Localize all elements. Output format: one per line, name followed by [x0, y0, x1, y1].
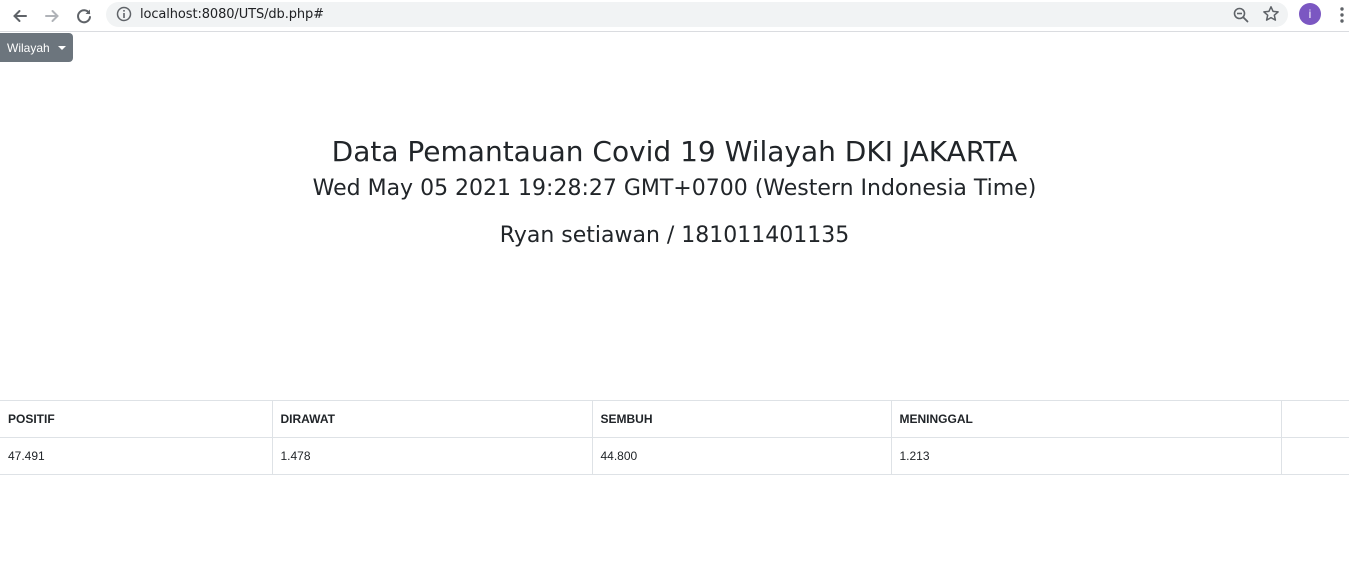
zoom-out-icon[interactable] — [1232, 6, 1250, 24]
table-header-row: POSITIF DIRAWAT SEMBUH MENINGGAL — [0, 400, 1349, 438]
header-empty — [1281, 400, 1349, 438]
header-meninggal: MENINGGAL — [891, 400, 1282, 438]
reload-button[interactable] — [72, 4, 96, 28]
arrow-left-icon — [13, 10, 27, 22]
header-sembuh: SEMBUH — [592, 400, 892, 438]
forward-button[interactable] — [40, 4, 64, 28]
cell-dirawat: 1.478 — [272, 437, 593, 475]
wilayah-dropdown-button[interactable]: Wilayah — [0, 33, 73, 62]
arrow-right-icon — [45, 10, 59, 22]
caret-down-icon — [57, 46, 66, 50]
cell-empty — [1281, 437, 1349, 475]
info-icon[interactable] — [116, 6, 132, 22]
current-datetime: Wed May 05 2021 19:28:27 GMT+0700 (Weste… — [312, 176, 1037, 201]
cell-sembuh: 44.800 — [592, 437, 892, 475]
back-button[interactable] — [8, 4, 32, 28]
url-text[interactable]: localhost:8080/UTS/db.php# — [140, 7, 324, 22]
cell-meninggal: 1.213 — [891, 437, 1282, 475]
table-row: 47.491 1.478 44.800 1.213 — [0, 437, 1349, 475]
browser-toolbar: localhost:8080/UTS/db.php# i — [0, 0, 1349, 32]
cell-positif: 47.491 — [0, 437, 273, 475]
dropdown-label: Wilayah — [7, 40, 50, 55]
bookmark-star-icon[interactable] — [1262, 5, 1280, 23]
header-positif: POSITIF — [0, 400, 273, 438]
reload-icon — [77, 9, 91, 24]
more-menu-icon[interactable] — [1334, 5, 1349, 25]
profile-avatar[interactable]: i — [1299, 3, 1321, 25]
page-title: Data Pemantauan Covid 19 Wilayah DKI JAK… — [331, 135, 1018, 168]
header-dirawat: DIRAWAT — [272, 400, 593, 438]
author-info: Ryan setiawan / 181011401135 — [499, 223, 850, 248]
address-bar[interactable]: localhost:8080/UTS/db.php# — [106, 2, 1288, 27]
covid-data-table: POSITIF DIRAWAT SEMBUH MENINGGAL 47.491 … — [0, 400, 1349, 475]
